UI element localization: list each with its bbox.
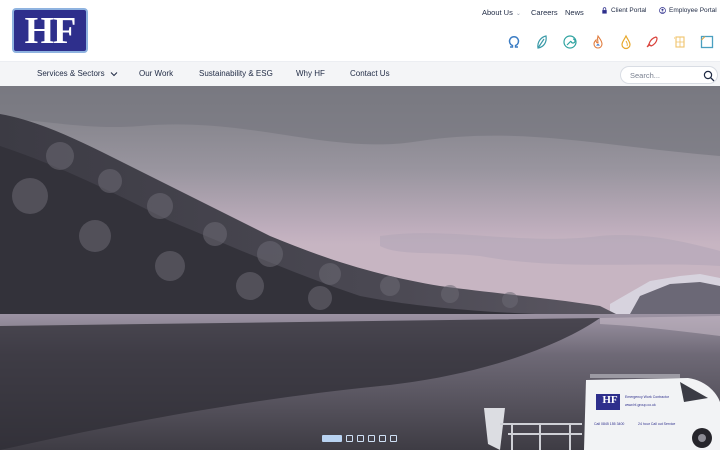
nav-our-work[interactable]: Our Work (139, 69, 173, 78)
nav-services-sectors[interactable]: Services & Sectors (37, 69, 118, 78)
lock-icon (602, 7, 607, 14)
about-us-label: About Us (482, 8, 513, 17)
slider-dots (322, 434, 397, 442)
site-header: HF About Us ⌄ Careers News Client Portal … (0, 0, 720, 61)
solar-panel-icon[interactable] (672, 34, 688, 50)
leaf-icon[interactable] (534, 34, 550, 50)
chevron-down-icon: ⌄ (515, 11, 521, 17)
slider-dot[interactable] (368, 434, 375, 442)
about-us-link[interactable]: About Us ⌄ (482, 8, 521, 17)
slider-dot[interactable] (357, 434, 364, 442)
flame-icon[interactable] (590, 34, 606, 50)
search-input[interactable] (630, 69, 700, 81)
chevron-down-icon (110, 71, 117, 76)
top-links: About Us ⌄ Careers News Client Portal Emp… (0, 6, 720, 20)
search-box (620, 66, 718, 84)
wrench-icon[interactable] (562, 34, 578, 50)
slider-dot[interactable] (346, 434, 353, 442)
drop-icon[interactable] (618, 34, 634, 50)
main-nav: Services & Sectors Our Work Sustainabili… (0, 61, 720, 86)
employee-portal-label: Employee Portal (669, 7, 717, 14)
van-line-2: www.hf-group.co.uk (625, 403, 656, 407)
van-text: HF Emergency Work Contractor www.hf-grou… (594, 394, 698, 435)
sector-icons (0, 34, 720, 52)
client-portal-link[interactable]: Client Portal (601, 7, 646, 14)
omega-icon[interactable] (506, 34, 522, 50)
careers-link[interactable]: Careers (531, 8, 558, 17)
search-button[interactable] (703, 69, 715, 82)
slider-dot[interactable] (322, 434, 342, 442)
van-line-4: 24 hour Call out Service (638, 422, 676, 426)
rocket-icon[interactable] (644, 34, 660, 50)
square-icon[interactable] (699, 34, 715, 50)
van-line-1: Emergency Work Contractor (625, 395, 670, 399)
user-circle-icon (659, 7, 666, 14)
employee-portal-link[interactable]: Employee Portal (659, 7, 717, 14)
search-icon (703, 70, 715, 82)
client-portal-label: Client Portal (611, 7, 647, 14)
van-line-3: Call 0845 155 3400 (594, 422, 625, 426)
nav-services-label: Services & Sectors (37, 69, 105, 78)
nav-contact-us[interactable]: Contact Us (350, 69, 390, 78)
van-logo-text: HF (602, 394, 618, 406)
nav-sustainability[interactable]: Sustainability & ESG (199, 69, 273, 78)
news-link[interactable]: News (565, 8, 584, 17)
slider-dot[interactable] (390, 434, 397, 442)
slider-dot[interactable] (379, 434, 386, 442)
nav-why-hf[interactable]: Why HF (296, 69, 325, 78)
